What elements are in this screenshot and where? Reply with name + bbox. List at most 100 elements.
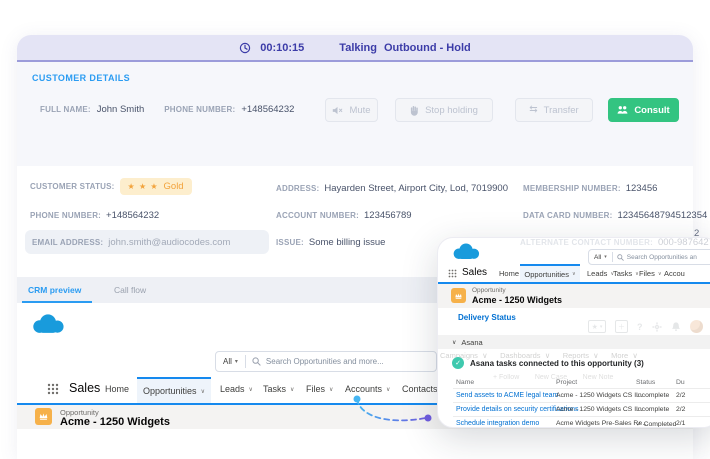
favorite-star-icon: ★▾	[588, 320, 606, 333]
table-row: Send assets to ACME legal team Acme - 12…	[453, 388, 710, 402]
salesforce-cloud-logo	[451, 243, 481, 261]
divider	[245, 355, 246, 368]
account-field: ACCOUNT NUMBER: 123456789	[276, 210, 412, 221]
nav-opportunities-label: Opportunities	[524, 270, 569, 279]
col-status: Status	[636, 379, 655, 386]
hand-icon	[410, 105, 419, 116]
nav-leads-label: Leads	[587, 269, 607, 278]
nav-home[interactable]: Home	[499, 269, 519, 278]
call-status-bar: 00:10:15 Talking Outbound - Hold	[17, 35, 693, 62]
record-name: Acme - 1250 Widgets	[60, 416, 170, 428]
asana-tasks-title: Asana tasks connected to this opportunit…	[470, 359, 644, 368]
asana-check-icon: ✓	[452, 357, 464, 369]
nav-tasks[interactable]: Tasks∨	[263, 384, 294, 394]
customer-status-value: Gold	[164, 181, 184, 192]
tab-call-flow[interactable]: Call flow	[114, 285, 146, 295]
ghost-utility-icons: ★▾ ＋ ?	[588, 320, 703, 333]
crm-popup-window: All ▾ Search Opportunities an Sales Home…	[437, 237, 710, 428]
app-launcher-waffle-icon[interactable]	[448, 269, 457, 278]
col-project: Project	[556, 379, 577, 386]
table-row: Schedule integration demo Acme Widgets P…	[453, 416, 710, 428]
phone-field: PHONE NUMBER: +148564232	[30, 210, 159, 221]
alternate-contact-field: ALTERNATE CONTACT NUMBER: 000-987642	[520, 237, 709, 248]
asana-section-header[interactable]: ∨ Asana	[438, 335, 710, 349]
avatar	[690, 320, 703, 333]
consult-button[interactable]: Consult	[608, 98, 679, 122]
membership-value: 123456	[626, 183, 658, 194]
task-due: 2/1	[676, 420, 685, 427]
issue-value: Some billing issue	[309, 237, 386, 248]
customer-status-label: CUSTOMER STATUS:	[30, 182, 115, 191]
record-name: Acme - 1250 Widgets	[472, 295, 562, 305]
nav-tasks-label: Tasks	[613, 269, 632, 278]
task-status: Incomplete	[636, 392, 669, 399]
alternate-contact-value: 000-987642	[658, 237, 709, 248]
nav-home-label: Home	[105, 384, 129, 394]
address-value: Hayarden Street, Airport City, Lod, 7019…	[324, 183, 508, 194]
nav-leads[interactable]: Leads∨	[587, 269, 614, 278]
help-icon: ?	[637, 322, 643, 332]
call-state-word: Talking	[339, 42, 377, 54]
nav-leads[interactable]: Leads ∨	[220, 384, 253, 394]
nav-accounts[interactable]: Accou	[664, 269, 685, 278]
bell-icon	[671, 321, 681, 332]
chevron-down-icon: ∨	[249, 386, 253, 393]
membership-field: MEMBERSHIP NUMBER: 123456	[523, 183, 657, 194]
nav-opportunities[interactable]: Opportunities ∨	[520, 264, 580, 282]
task-status: Incomplete	[636, 406, 669, 413]
full-name-value: John Smith	[97, 104, 145, 115]
task-link[interactable]: Send assets to ACME legal team	[456, 392, 558, 399]
data-card-label: DATA CARD NUMBER:	[523, 211, 612, 220]
consult-label: Consult	[634, 105, 669, 116]
search-scope-select[interactable]: All ▾	[589, 254, 612, 261]
consult-people-icon	[617, 105, 628, 115]
nav-files[interactable]: Files∨	[639, 269, 662, 278]
nav-home-label: Home	[499, 269, 519, 278]
mute-label: Mute	[349, 105, 370, 116]
call-state-detail: Outbound - Hold	[384, 42, 471, 54]
mute-button[interactable]: Mute	[325, 98, 378, 122]
alternate-contact-visible-digit: 2	[694, 228, 699, 239]
delivery-status-link[interactable]: Delivery Status	[458, 313, 516, 322]
email-label: EMAIL ADDRESS:	[32, 238, 103, 247]
call-timer: 00:10:15	[260, 42, 304, 54]
call-state: Talking Outbound - Hold	[339, 42, 470, 54]
nav-tasks-label: Tasks	[263, 384, 286, 394]
search-scope-value: All	[594, 254, 601, 261]
divider	[612, 252, 613, 262]
stars-icon: ★ ★ ★	[128, 182, 159, 191]
nav-home[interactable]: Home	[105, 384, 129, 394]
data-card-value: 12345648794512354	[617, 210, 707, 221]
nav-files[interactable]: Files∨	[306, 384, 333, 394]
nav-opportunities[interactable]: Opportunities ∨	[137, 377, 211, 403]
transfer-button[interactable]: ⇆ Transfer	[515, 98, 593, 122]
membership-label: MEMBERSHIP NUMBER:	[523, 184, 621, 193]
alternate-contact-label: ALTERNATE CONTACT NUMBER:	[520, 238, 653, 247]
transfer-icon: ⇆	[529, 105, 537, 115]
account-value: 123456789	[364, 210, 412, 221]
search-bar[interactable]: All ▾ Search Opportunities and more...	[215, 351, 437, 372]
app-launcher-waffle-icon[interactable]	[47, 383, 59, 395]
account-label: ACCOUNT NUMBER:	[276, 211, 359, 220]
stop-holding-button[interactable]: Stop holding	[395, 98, 493, 122]
phone-label: PHONE NUMBER:	[164, 105, 235, 114]
search-bar[interactable]: All ▾ Search Opportunities an	[588, 249, 710, 265]
nav-opportunities-label: Opportunities	[143, 386, 197, 396]
address-field: ADDRESS: Hayarden Street, Airport City, …	[276, 183, 508, 194]
issue-label: ISSUE:	[276, 238, 304, 247]
search-icon	[617, 254, 624, 261]
chevron-down-icon: ∨	[329, 386, 333, 393]
opportunity-crown-icon	[451, 288, 466, 303]
nav-leads-label: Leads	[220, 384, 245, 394]
chevron-down-icon: ∨	[572, 271, 576, 277]
search-scope-value: All	[223, 357, 232, 366]
nav-tasks[interactable]: Tasks∨	[613, 269, 639, 278]
gold-status-badge: ★ ★ ★ Gold	[120, 178, 192, 195]
stop-holding-label: Stop holding	[425, 105, 478, 116]
customer-status-field: CUSTOMER STATUS: ★ ★ ★ Gold	[30, 178, 192, 195]
task-link[interactable]: Schedule integration demo	[456, 420, 539, 427]
tab-crm-preview[interactable]: CRM preview	[28, 285, 81, 295]
chevron-down-icon: ∨	[201, 388, 205, 395]
search-scope-select[interactable]: All ▾	[216, 357, 245, 366]
task-project: Acme - 1250 Widgets CS I…	[556, 392, 643, 399]
